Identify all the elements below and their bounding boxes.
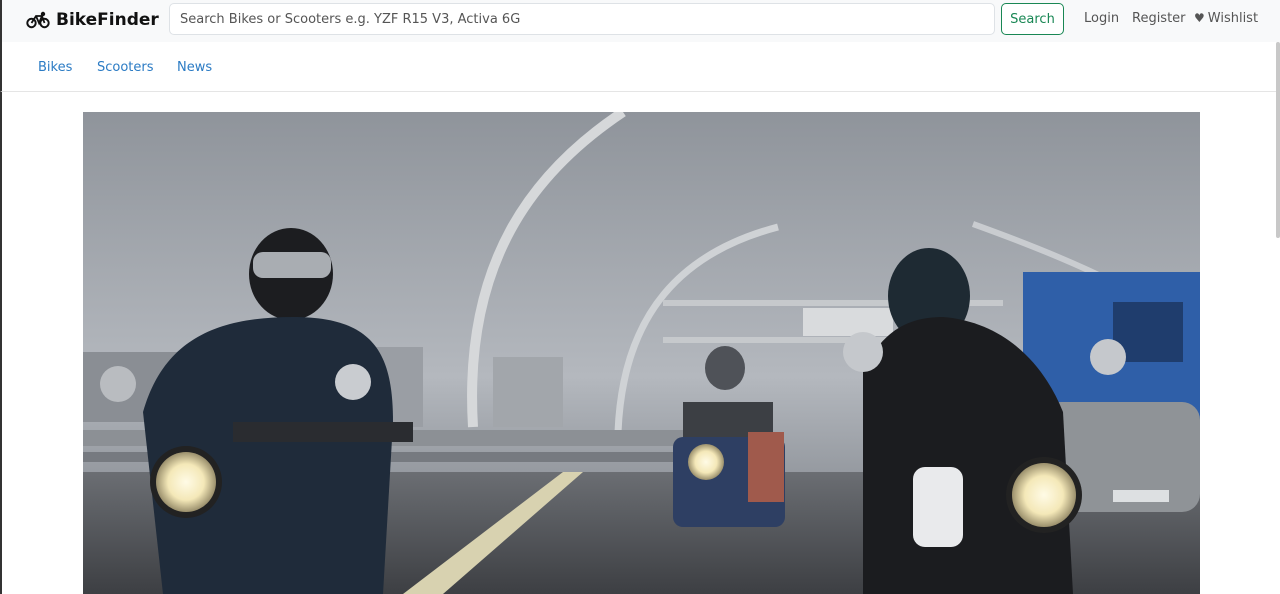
nav-item-scooters[interactable]: Scooters <box>97 60 154 75</box>
wishlist-link[interactable]: ♥ Wishlist <box>1194 11 1258 26</box>
hero-image <box>83 112 1200 594</box>
top-navbar: BikeFinder Search Login Register ♥Wishli… <box>0 0 1280 42</box>
register-link[interactable]: Register <box>1132 11 1186 26</box>
brand-logo-link[interactable]: BikeFinder <box>26 8 159 32</box>
login-link[interactable]: Login <box>1084 11 1119 26</box>
nav-item-news[interactable]: News <box>177 60 212 75</box>
category-nav: Bikes Scooters News <box>0 42 1280 92</box>
search-button[interactable]: Search <box>1001 3 1064 35</box>
brand-name: BikeFinder <box>56 10 159 30</box>
search-input[interactable] <box>169 3 995 35</box>
scrollbar[interactable] <box>1276 42 1280 238</box>
heart-icon: ♥ <box>1194 11 1205 25</box>
window-edge <box>0 92 2 594</box>
nav-item-bikes[interactable]: Bikes <box>38 60 72 75</box>
wishlist-label: Wishlist <box>1207 11 1259 26</box>
bike-icon <box>26 10 50 30</box>
